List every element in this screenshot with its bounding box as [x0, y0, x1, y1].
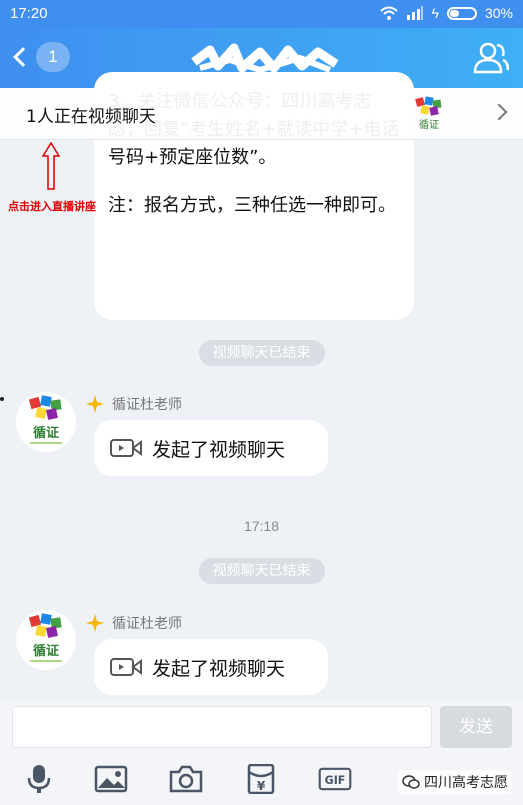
input-row: 发送: [0, 700, 523, 756]
battery-level: 30%: [484, 5, 513, 21]
red-packet-icon[interactable]: ¥: [244, 764, 278, 794]
gif-icon[interactable]: GIF: [318, 764, 352, 794]
gif-label: GIF: [325, 774, 346, 787]
signal-icon: [406, 6, 423, 20]
watermark-text: 四川高考志愿: [424, 775, 508, 791]
video-call-message[interactable]: 发起了视频聊天: [94, 420, 328, 476]
stray-dot: [0, 397, 4, 401]
avatar[interactable]: 循证: [16, 392, 76, 452]
camera-icon[interactable]: [169, 764, 203, 794]
video-chat-banner[interactable]: 1人正在视频聊天 循证: [0, 88, 523, 140]
timestamp: 17:18: [243, 518, 280, 534]
brand-logo-small-icon: 循证: [415, 96, 442, 131]
video-call-message[interactable]: 发起了视频聊天: [94, 639, 328, 695]
brand-logo-icon: 循证: [28, 613, 62, 662]
redacted-title: [191, 43, 339, 74]
status-right: ϟ 30%: [379, 5, 513, 21]
annotation-arrow-icon: [42, 142, 60, 190]
star-badge-icon: [86, 614, 104, 632]
sender-name: 循证杜老师: [112, 397, 182, 413]
status-time: 17:20: [10, 5, 48, 22]
call-text: 发起了视频聊天: [152, 657, 286, 680]
video-camera-icon: [110, 439, 142, 457]
system-notice-pill: 视频聊天已结束: [198, 558, 325, 584]
back-button[interactable]: 1: [10, 42, 70, 72]
battery-icon: [446, 6, 477, 20]
call-text: 发起了视频聊天: [152, 438, 286, 461]
sender-name: 循证杜老师: [112, 616, 182, 632]
unread-count-badge: 1: [36, 42, 70, 72]
send-button[interactable]: 发送: [440, 706, 512, 748]
watermark: 四川高考志愿: [398, 770, 512, 794]
yen-label: ¥: [257, 779, 266, 793]
wifi-icon: [379, 6, 398, 20]
notice-line-2: 注：报名方式，三种任选一种即可。: [108, 195, 396, 216]
logo-text: 循证: [419, 118, 439, 131]
annotation-text: 点击进入直播讲座: [8, 200, 96, 213]
charging-icon: ϟ: [431, 5, 439, 21]
mic-icon[interactable]: [22, 764, 56, 794]
image-icon[interactable]: [94, 764, 128, 794]
system-notice-pill: 视频聊天已结束: [198, 340, 325, 366]
video-camera-icon: [110, 658, 142, 676]
logo-text: 循证: [33, 425, 59, 441]
back-chevron-icon: [13, 47, 33, 67]
banner-text: 1人正在视频聊天: [26, 107, 156, 127]
group-members-icon[interactable]: [473, 40, 509, 74]
avatar[interactable]: 循证: [16, 610, 76, 670]
status-bar: 17:20 ϟ 30%: [0, 0, 523, 28]
chevron-right-icon[interactable]: [490, 103, 508, 121]
message-input[interactable]: [12, 706, 432, 748]
wechat-icon: [402, 775, 420, 789]
sender-row: 循证杜老师: [86, 613, 182, 633]
brand-logo-icon: 循证: [28, 395, 62, 444]
logo-text: 循证: [33, 643, 59, 659]
star-badge-icon: [86, 395, 104, 413]
sender-row: 循证杜老师: [86, 394, 182, 414]
